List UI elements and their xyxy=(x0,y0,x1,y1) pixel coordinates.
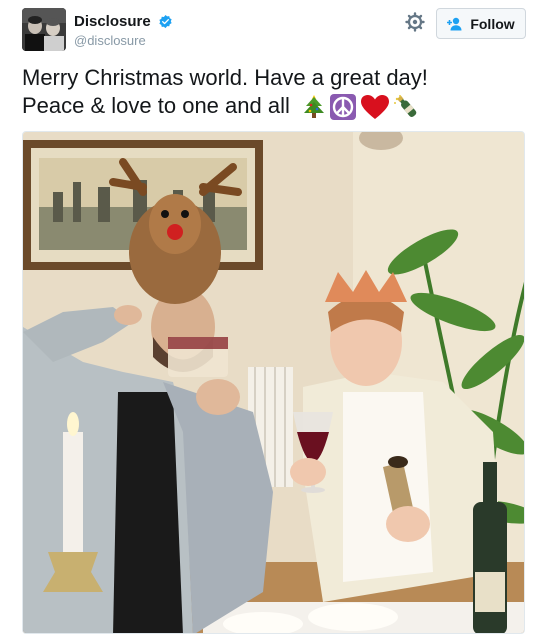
tweet-photo[interactable] xyxy=(22,131,525,634)
tweet-header: Disclosure @disclosure Follow xyxy=(22,8,527,52)
christmas-tree-icon xyxy=(303,95,324,119)
avatar[interactable] xyxy=(22,8,66,51)
user-identity[interactable]: Disclosure @disclosure xyxy=(74,13,173,48)
emoji-row xyxy=(302,93,426,121)
tweet-line-1: Merry Christmas world. Have a great day! xyxy=(22,65,428,90)
red-heart-icon xyxy=(360,95,389,120)
follow-button[interactable]: Follow xyxy=(436,8,526,39)
user-handle[interactable]: @disclosure xyxy=(74,33,173,48)
tweet-line-2: Peace & love to one and all xyxy=(22,93,290,118)
gear-icon[interactable] xyxy=(405,12,425,32)
peace-symbol-icon xyxy=(329,94,356,121)
display-name[interactable]: Disclosure xyxy=(74,13,151,30)
verified-badge-icon xyxy=(158,14,173,29)
champagne-bottle-icon xyxy=(393,95,417,118)
tweet-text: Merry Christmas world. Have a great day!… xyxy=(22,64,527,121)
follow-label: Follow xyxy=(470,15,515,32)
tweet-line-2-container: Peace & love to one and all xyxy=(22,92,527,121)
add-user-icon xyxy=(447,17,462,30)
